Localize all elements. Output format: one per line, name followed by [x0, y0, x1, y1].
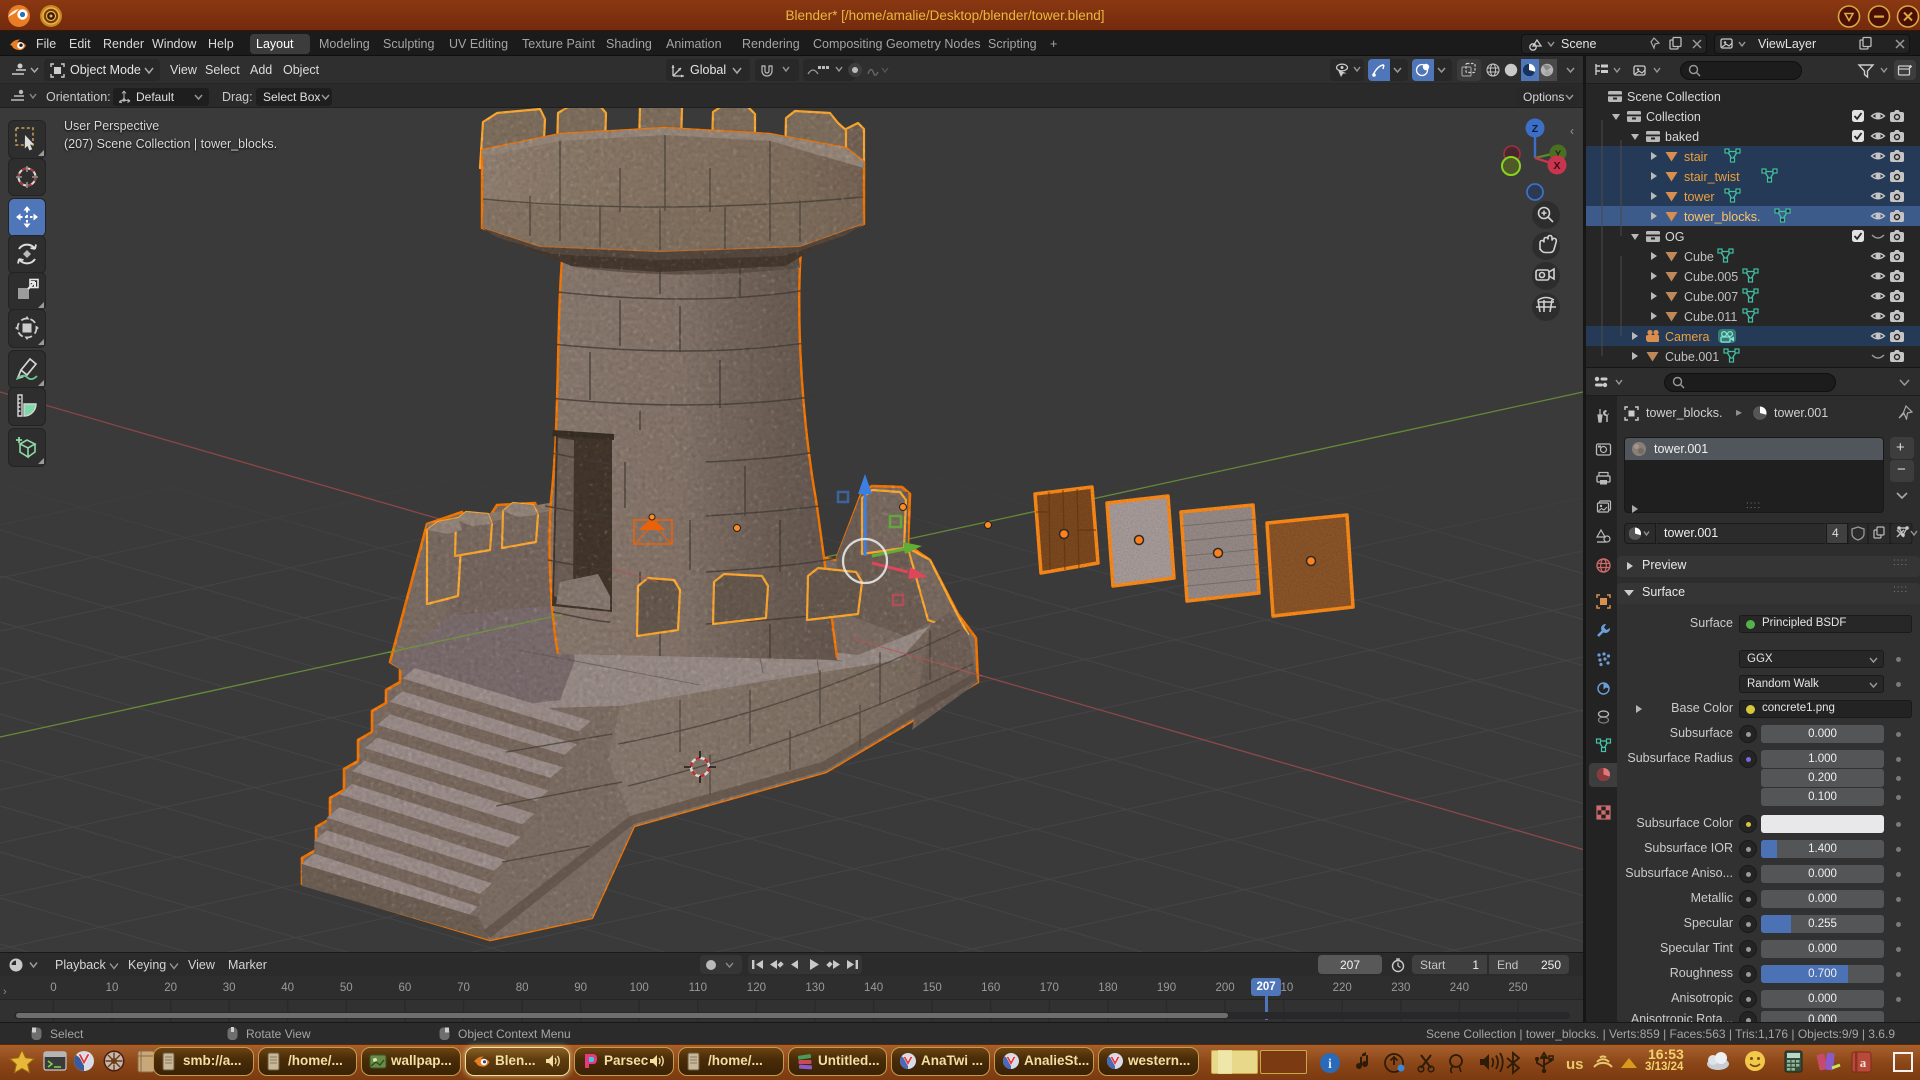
- svg-text:a: a: [1860, 1055, 1867, 1070]
- svg-text:X: X: [1553, 160, 1560, 172]
- svg-text:us: us: [1566, 1056, 1584, 1073]
- svg-text:Z: Z: [1532, 123, 1539, 135]
- svg-text:i: i: [1328, 1057, 1332, 1072]
